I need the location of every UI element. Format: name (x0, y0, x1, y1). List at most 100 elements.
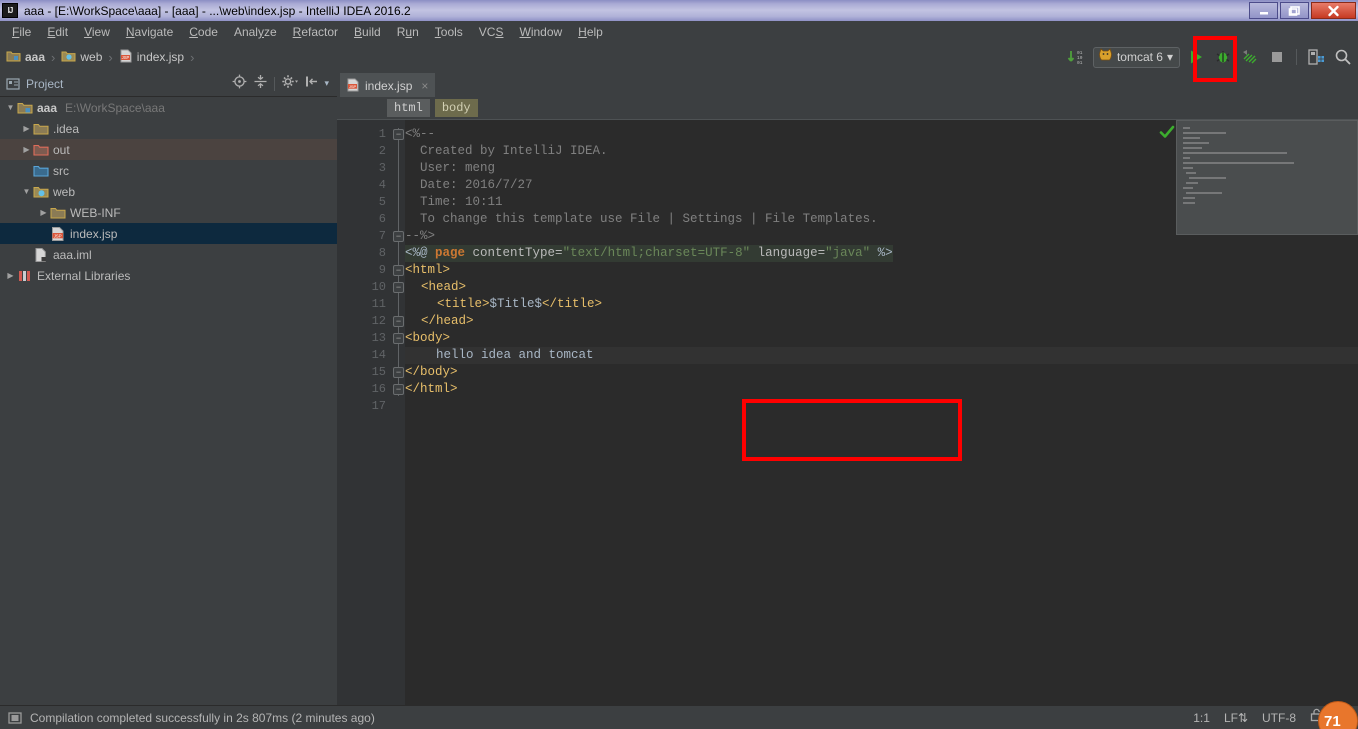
code-line[interactable]: hello idea and tomcat (405, 347, 594, 364)
file-encoding[interactable]: UTF-8 (1262, 711, 1296, 725)
status-bar: Compilation completed successfully in 2s… (0, 701, 1358, 729)
project-panel-toolbar (232, 71, 319, 97)
line-number-gutter: 1 2 3 4 5 6 7 8 9 10 11 12 13 14 15 16 17 (337, 120, 392, 706)
hide-panel-icon[interactable] (304, 74, 319, 94)
code-token: </html> (405, 382, 458, 396)
tree-node-label: External Libraries (37, 268, 131, 283)
debug-button[interactable] (1212, 46, 1234, 68)
line-separator[interactable]: LF⇅ (1224, 711, 1248, 725)
svg-text:JSP: JSP (349, 84, 357, 89)
fold-toggle-icon[interactable]: − (393, 333, 404, 344)
code-line[interactable]: --%> (405, 228, 435, 245)
tree-node-aaa-iml[interactable]: aaa.iml (0, 244, 337, 265)
breadcrumb-chip-body[interactable]: body (434, 99, 478, 117)
code-line[interactable]: <head> (405, 279, 466, 296)
code-line[interactable]: <%@ page contentType="text/html;charset=… (405, 245, 893, 262)
menu-code[interactable]: Code (181, 23, 226, 41)
menu-build[interactable]: Build (346, 23, 389, 41)
search-everywhere-button[interactable] (1332, 46, 1354, 68)
tree-node-webinf[interactable]: ▶ WEB-INF (0, 202, 337, 223)
status-message[interactable]: Compilation completed successfully in 2s… (30, 711, 375, 725)
code-line[interactable]: </html> (405, 381, 458, 398)
run-configuration-selector[interactable]: tomcat 6 ▾ (1092, 46, 1180, 68)
code-line[interactable]: Time: 10:11 (405, 194, 503, 211)
run-button[interactable] (1185, 46, 1207, 68)
menu-navigate[interactable]: Navigate (118, 23, 181, 41)
scroll-from-source-icon[interactable] (232, 74, 247, 94)
code-line[interactable]: To change this template use File | Setti… (405, 211, 878, 228)
menu-edit[interactable]: Edit (39, 23, 76, 41)
tree-node-idea[interactable]: ▶ .idea (0, 118, 337, 139)
breadcrumb-item-aaa[interactable]: aaa (6, 49, 45, 65)
twisty-expanded-icon[interactable]: ▼ (20, 187, 33, 196)
fold-toggle-icon[interactable]: − (393, 384, 404, 395)
hector-badge-overlay[interactable]: 71 (1318, 701, 1358, 729)
menu-analyze[interactable]: Analyze (226, 23, 285, 41)
twisty-collapsed-icon[interactable]: ▶ (4, 271, 17, 280)
fold-toggle-icon[interactable]: − (393, 265, 404, 276)
twisty-collapsed-icon[interactable]: ▶ (37, 208, 50, 217)
code-line[interactable]: </head> (405, 313, 474, 330)
fold-toggle-icon[interactable]: − (393, 316, 404, 327)
settings-gear-icon[interactable] (281, 74, 298, 94)
menu-file[interactable]: File (4, 23, 39, 41)
project-structure-button[interactable] (1305, 46, 1327, 68)
project-tree[interactable]: ▼ aaa E:\WorkSpace\aaa ▶ .idea ▶ out src… (0, 97, 337, 705)
breadcrumb-chip-html[interactable]: html (387, 99, 430, 117)
tree-node-label: .idea (53, 121, 80, 136)
fold-toggle-icon[interactable]: − (393, 282, 404, 293)
tree-node-out[interactable]: ▶ out (0, 139, 337, 160)
breadcrumb-item-indexjsp[interactable]: JSP index.jsp (119, 49, 184, 66)
code-minimap-preview[interactable] (1176, 120, 1358, 235)
close-icon[interactable]: × (421, 79, 428, 93)
fold-toggle-icon[interactable]: − (393, 367, 404, 378)
twisty-collapsed-icon[interactable]: ▶ (20, 124, 33, 133)
menu-tools[interactable]: Tools (427, 23, 471, 41)
tree-node-external-libraries[interactable]: ▶ External Libraries (0, 265, 337, 286)
code-folding-column[interactable]: − − − − − − − − (392, 120, 405, 706)
jsp-file-icon: JSP (346, 78, 360, 95)
code-line[interactable]: Created by IntelliJ IDEA. (405, 143, 608, 160)
event-log-icon[interactable] (8, 711, 22, 725)
menu-window[interactable]: Window (511, 23, 570, 41)
code-line[interactable]: <html> (405, 262, 450, 279)
chevron-down-icon[interactable]: ▾ (324, 78, 329, 89)
caret-position[interactable]: 1:1 (1193, 711, 1210, 725)
minimap-line (1183, 137, 1200, 139)
breadcrumb-item-web[interactable]: web (61, 49, 102, 65)
tree-node-aaa[interactable]: ▼ aaa E:\WorkSpace\aaa (0, 97, 337, 118)
code-line[interactable]: </body> (405, 364, 458, 381)
tree-node-label: out (53, 142, 70, 157)
minimize-button[interactable] (1249, 2, 1278, 19)
line-number: 13 (371, 331, 386, 345)
collapse-all-icon[interactable] (253, 74, 268, 94)
iml-file-icon (33, 247, 49, 263)
code-line[interactable]: Date: 2016/7/27 (405, 177, 533, 194)
close-button[interactable] (1311, 2, 1356, 19)
code-line[interactable]: <%-- (405, 126, 435, 143)
run-with-coverage-button[interactable] (1239, 46, 1261, 68)
module-folder-icon (17, 100, 33, 116)
menu-vcs[interactable]: VCS (471, 23, 512, 41)
twisty-collapsed-icon[interactable]: ▶ (20, 145, 33, 154)
code-token: <html> (405, 263, 451, 277)
menu-refactor[interactable]: Refactor (285, 23, 346, 41)
maximize-button[interactable] (1280, 2, 1309, 19)
code-line[interactable]: <title>$Title$</title> (405, 296, 602, 313)
menu-view[interactable]: View (76, 23, 118, 41)
svg-text:01: 01 (1077, 60, 1083, 65)
tree-node-web[interactable]: ▼ web (0, 181, 337, 202)
code-line[interactable]: User: meng (405, 160, 495, 177)
fold-toggle-icon[interactable]: − (393, 129, 404, 140)
tab-index-jsp[interactable]: JSP index.jsp × (340, 73, 436, 97)
fold-toggle-icon[interactable]: − (393, 231, 404, 242)
code-line[interactable]: <body> (405, 330, 450, 347)
menu-help[interactable]: Help (570, 23, 611, 41)
menu-run[interactable]: Run (389, 23, 427, 41)
twisty-expanded-icon[interactable]: ▼ (4, 103, 17, 112)
sort-numeric-icon[interactable]: 01 10 01 (1066, 46, 1088, 68)
tree-node-label: aaa.iml (53, 247, 92, 262)
stop-button[interactable] (1266, 46, 1288, 68)
tree-node-src[interactable]: src (0, 160, 337, 181)
tree-node-index-jsp[interactable]: JSP index.jsp (0, 223, 337, 244)
